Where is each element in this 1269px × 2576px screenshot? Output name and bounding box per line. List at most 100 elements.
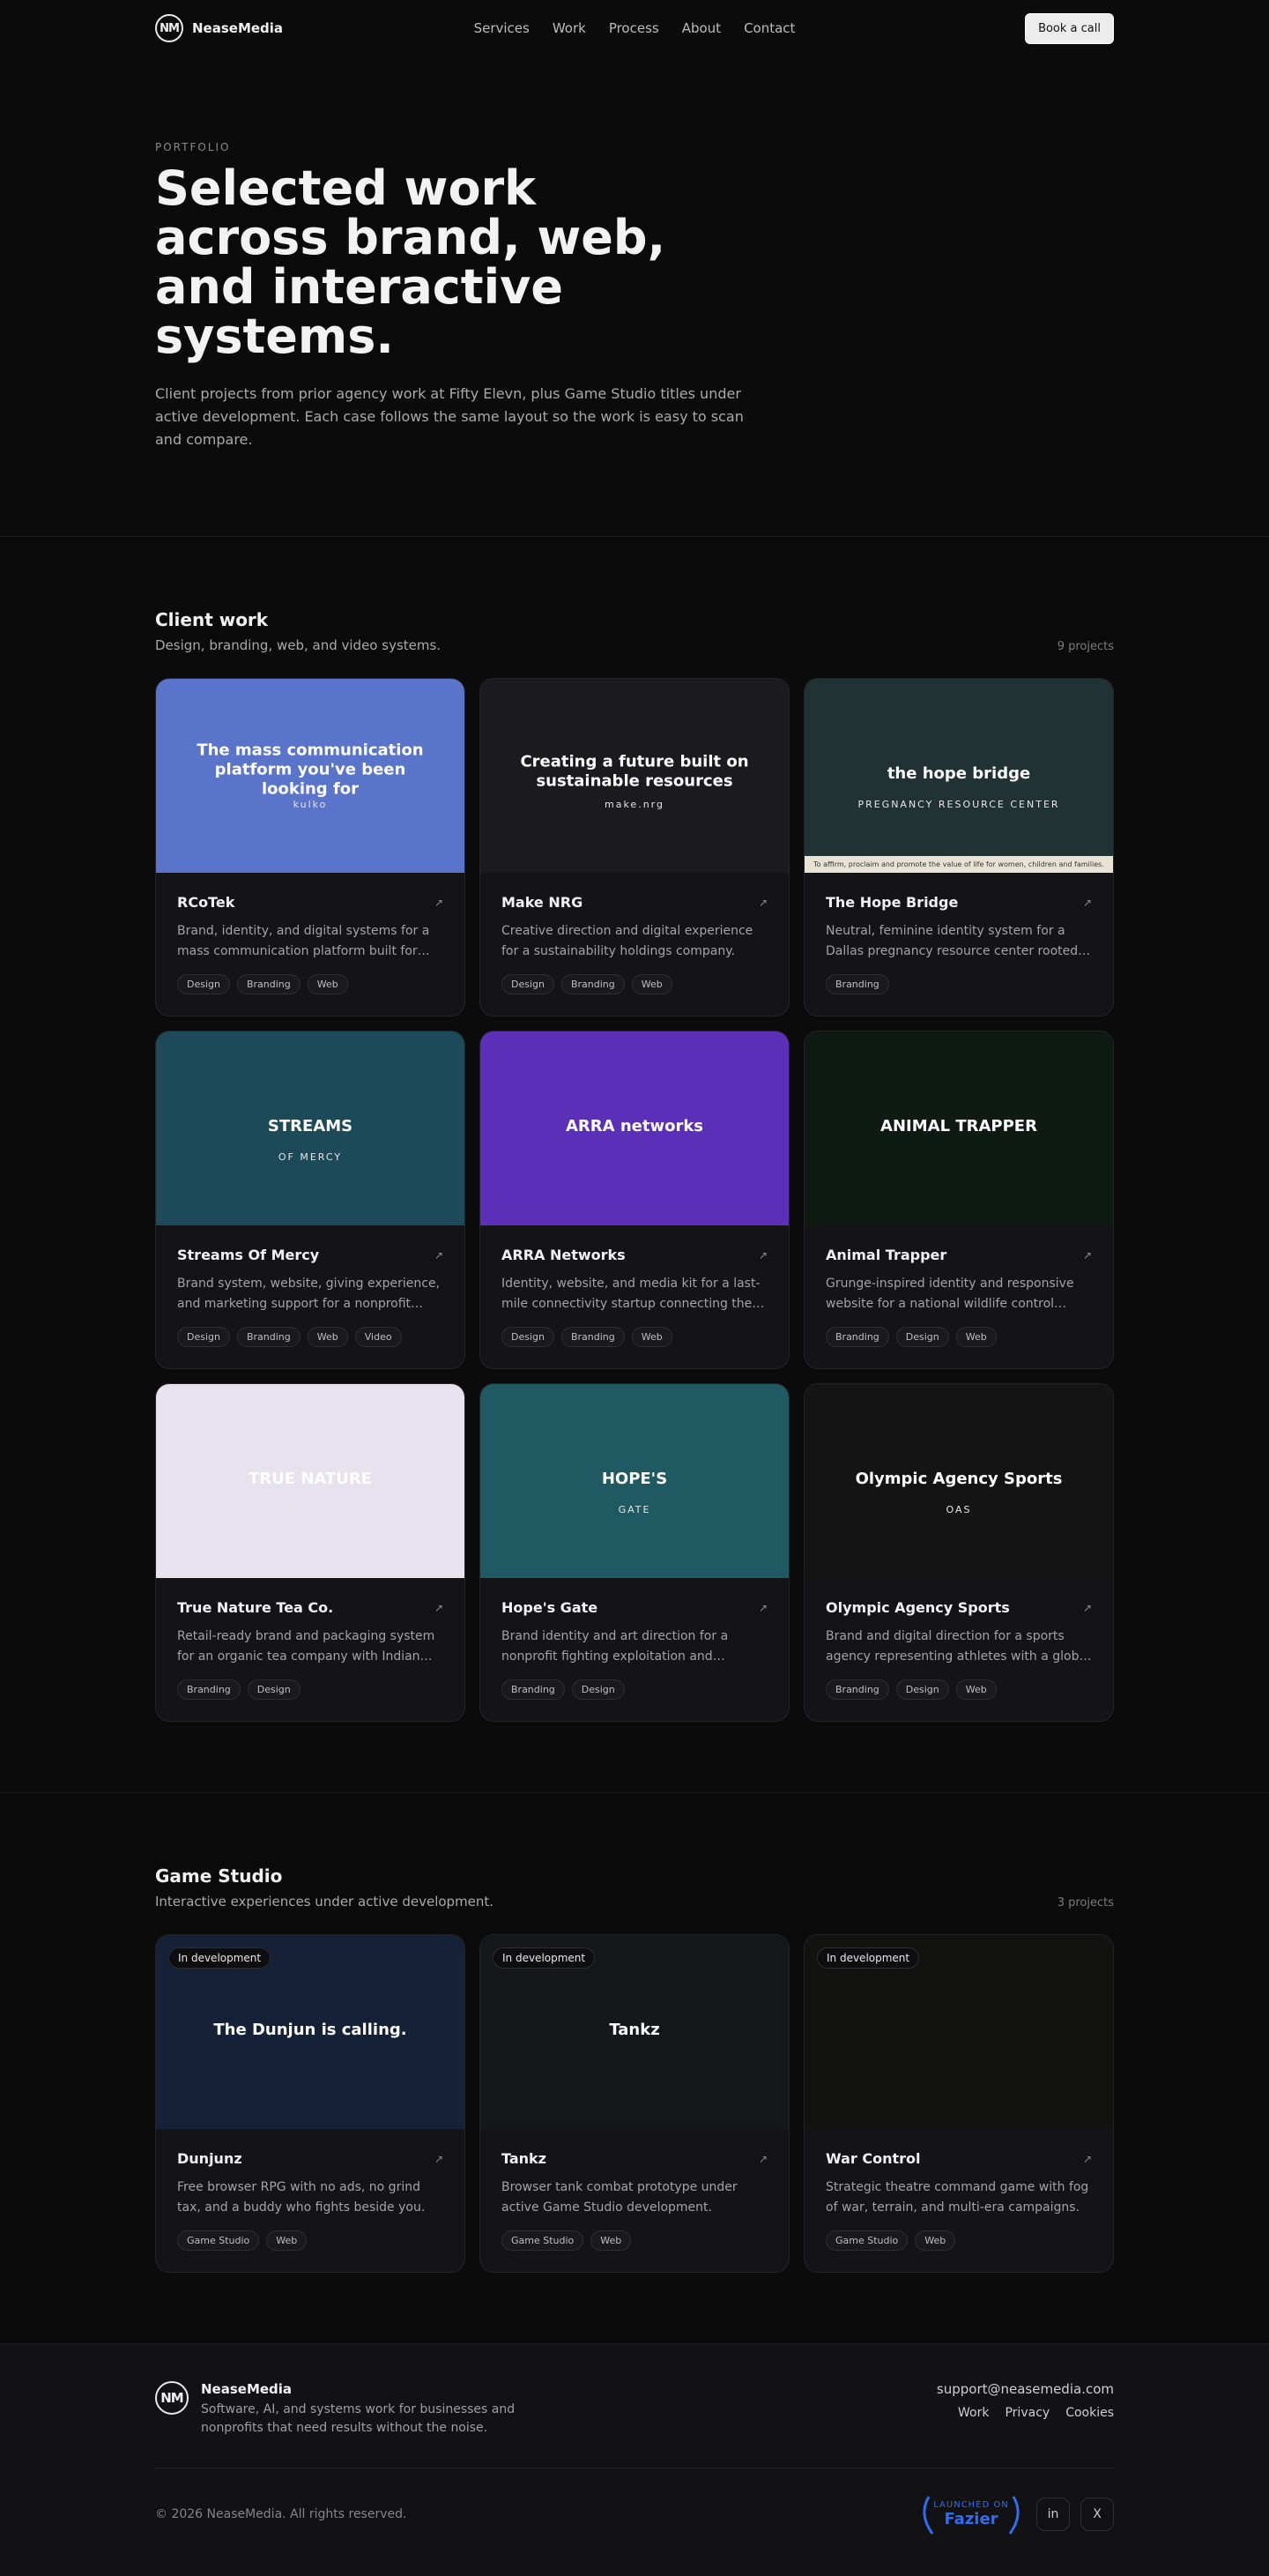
brand-name: NeaseMedia xyxy=(192,20,284,36)
project-card[interactable]: The mass communication platform you've b… xyxy=(155,678,465,1016)
thumb-label: HOPE'S xyxy=(601,1469,668,1488)
footer-logo: NM xyxy=(155,2381,189,2415)
top-nav: NM NeaseMedia Services Work Process Abou… xyxy=(155,0,1114,56)
tag: Design xyxy=(895,1327,949,1347)
tag: Web xyxy=(631,1327,672,1347)
nav-link-process[interactable]: Process xyxy=(609,20,659,36)
tag-list: Game Studio Web xyxy=(826,2230,1092,2251)
arrow-up-right-icon: ↗ xyxy=(758,1248,768,1262)
project-description: Creative direction and digital experienc… xyxy=(501,924,753,958)
project-thumbnail: Olympic Agency Sports OAS xyxy=(805,1384,1113,1578)
thumb-caption: To affirm, proclaim and promote the valu… xyxy=(805,856,1113,873)
tag: Web xyxy=(266,2230,308,2251)
tag: Design xyxy=(247,1679,301,1700)
project-card[interactable]: The Dunjun is calling. In development Dunj… xyxy=(155,1934,465,2273)
project-card[interactable]: In development War Control ↗ Strategic thea… xyxy=(804,1934,1114,2273)
tag: Branding xyxy=(560,1327,625,1347)
project-card[interactable]: STREAMS OF MERCY Streams Of Mercy ↗ Brand sy… xyxy=(155,1031,465,1369)
project-thumbnail: the hope bridge PREGNANCY RESOURCE CENTER… xyxy=(805,679,1113,873)
arrow-up-right-icon: ↗ xyxy=(758,2152,768,2165)
thumb-label: ARRA networks xyxy=(565,1116,704,1135)
tag: Game Studio xyxy=(501,2230,584,2251)
project-title: The Hope Bridge xyxy=(826,894,959,911)
section-subtitle: Design, branding, web, and video systems… xyxy=(155,637,442,653)
project-description: Browser tank combat prototype under acti… xyxy=(501,2180,738,2215)
project-count: 3 projects xyxy=(1057,1896,1114,1910)
arrow-up-right-icon: ↗ xyxy=(1082,1601,1092,1614)
arrow-up-right-icon: ↗ xyxy=(1082,1248,1092,1262)
project-card[interactable]: HOPE'S GATE Hope's Gate ↗ Brand identity and… xyxy=(479,1383,790,1722)
tag: Design xyxy=(501,1327,554,1347)
project-description: Brand system, website, giving experience… xyxy=(177,1277,441,1311)
tag: Branding xyxy=(826,1327,889,1347)
tag-list: Branding xyxy=(826,974,1092,994)
project-description: Brand, identity, and digital systems for… xyxy=(177,924,430,958)
tag: Design xyxy=(501,974,554,994)
project-card[interactable]: Olympic Agency Sports OAS Olympic Agency S… xyxy=(804,1383,1114,1722)
project-card[interactable]: ARRA networks ARRA Networks ↗ Identity, web… xyxy=(479,1031,790,1369)
section-title: Client work xyxy=(155,609,269,630)
tag: Design xyxy=(177,974,230,994)
nav-link-about[interactable]: About xyxy=(682,20,721,36)
nav-link-contact[interactable]: Contact xyxy=(744,20,795,36)
dev-badge: In development xyxy=(817,1947,920,1969)
project-title: War Control xyxy=(826,2150,921,2167)
book-call-button[interactable]: Book a call xyxy=(1025,12,1114,44)
footer-link-privacy[interactable]: Privacy xyxy=(1005,2406,1050,2420)
section-subtitle: Interactive experiences under active dev… xyxy=(155,1894,494,1910)
thumb-label: Creating a future built on sustainable r… xyxy=(520,752,749,791)
arrow-up-right-icon: ↗ xyxy=(434,1601,443,1614)
arrow-up-right-icon: ↗ xyxy=(434,896,443,909)
tag: Branding xyxy=(826,974,889,994)
arrow-up-right-icon: ↗ xyxy=(1082,896,1092,909)
project-card[interactable]: the hope bridge PREGNANCY RESOURCE CENTER… xyxy=(804,678,1114,1016)
tag-list: Design Branding Web xyxy=(501,974,768,994)
arrow-up-right-icon: ↗ xyxy=(434,1248,443,1262)
tag-list: Game Studio Web xyxy=(501,2230,768,2251)
linkedin-icon[interactable]: in xyxy=(1036,2498,1070,2531)
footer-link-work[interactable]: Work xyxy=(958,2406,989,2420)
tag-list: Design Branding Web xyxy=(501,1327,768,1347)
project-card[interactable]: ANIMAL TRAPPER Animal Trapper ↗ Grunge-insp… xyxy=(804,1031,1114,1369)
nav-link-services[interactable]: Services xyxy=(474,20,530,36)
project-thumbnail: TRUE NATURE TEA CO. xyxy=(156,1384,464,1578)
project-thumbnail: In development xyxy=(805,1935,1113,2129)
tag: Web xyxy=(955,1679,997,1700)
tag: Video xyxy=(354,1327,402,1347)
hero-eyebrow: PORTFOLIO xyxy=(155,141,231,153)
project-title: RCoTek xyxy=(177,894,235,911)
game-studio-section: Game Studio Interactive experiences unde… xyxy=(0,1793,1269,2344)
tag: Branding xyxy=(826,1679,889,1700)
project-description: Brand identity and art direction for a n… xyxy=(501,1629,729,1664)
tag: Branding xyxy=(236,1327,301,1347)
fazier-badge[interactable]: LAUNCHED ON Fazier xyxy=(916,2490,1026,2539)
footer-email-link[interactable]: support@neasemedia.com xyxy=(937,2381,1114,2397)
brand[interactable]: NM NeaseMedia xyxy=(155,14,283,42)
section-title: Game Studio xyxy=(155,1865,283,1887)
project-description: Neutral, feminine identity system for a … xyxy=(826,924,1079,958)
project-description: Brand and digital direction for a sports… xyxy=(826,1629,1090,1664)
thumb-label: The Dunjun is calling. xyxy=(213,2020,407,2039)
nav-link-work[interactable]: Work xyxy=(553,20,586,36)
tag: Web xyxy=(631,974,672,994)
tag-list: Branding Design Web xyxy=(826,1327,1092,1347)
project-description: Retail-ready brand and packaging system … xyxy=(177,1629,435,1664)
brand-logo: NM xyxy=(155,14,183,42)
arrow-up-right-icon: ↗ xyxy=(758,1601,768,1614)
project-title: ARRA Networks xyxy=(501,1247,626,1263)
dev-badge: In development xyxy=(493,1947,596,1969)
project-description: Free browser RPG with no ads, no grind t… xyxy=(177,2180,426,2215)
project-card[interactable]: Tankz In development Tankz ↗ Browser tank co… xyxy=(479,1934,790,2273)
tag-list: Design Branding Web Video xyxy=(177,1327,443,1347)
project-card[interactable]: Creating a future built on sustainable r… xyxy=(479,678,790,1016)
x-icon[interactable]: X xyxy=(1080,2498,1114,2531)
tag-list: Game Studio Web xyxy=(177,2230,443,2251)
tag-list: Design Branding Web xyxy=(177,974,443,994)
footer-tagline: Software, AI, and systems work for busin… xyxy=(201,2402,516,2435)
footer-link-cookies[interactable]: Cookies xyxy=(1065,2406,1114,2420)
thumb-sublabel: GATE xyxy=(618,1504,651,1516)
project-title: Dunjunz xyxy=(177,2150,242,2167)
project-title: Hope's Gate xyxy=(501,1599,598,1616)
project-card[interactable]: TRUE NATURE TEA CO. True Nature Tea Co. ↗ Re… xyxy=(155,1383,465,1722)
project-title: Tankz xyxy=(501,2150,546,2167)
